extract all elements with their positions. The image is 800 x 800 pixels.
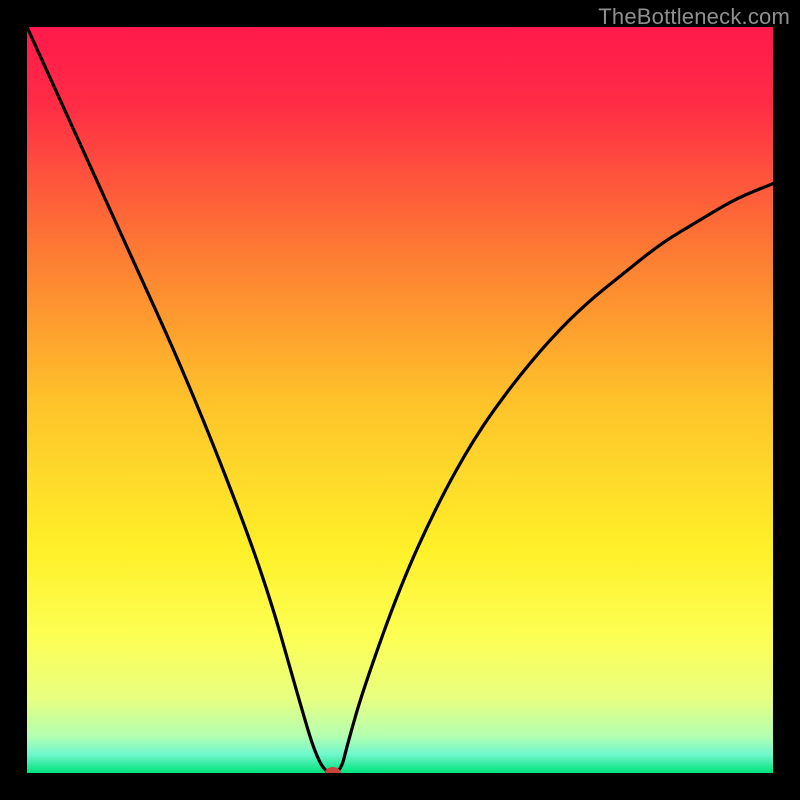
plot-area <box>27 27 773 773</box>
gradient-background <box>27 27 773 773</box>
chart-frame: TheBottleneck.com <box>0 0 800 800</box>
watermark-label: TheBottleneck.com <box>598 4 790 30</box>
chart-canvas <box>27 27 773 773</box>
